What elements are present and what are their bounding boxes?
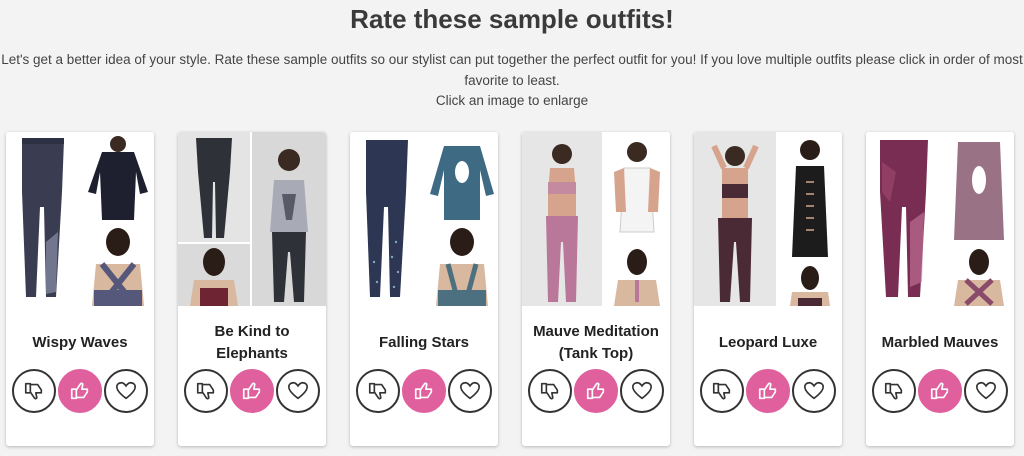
enlarge-hint: Click an image to enlarge: [435, 93, 589, 108]
outfit-card-marbled-mauves: Marbled Mauves: [866, 132, 1014, 446]
model-image[interactable]: [694, 132, 776, 306]
outfit-collage[interactable]: [6, 132, 154, 306]
like-button[interactable]: [746, 369, 790, 413]
thumbs-down-icon: [196, 382, 215, 400]
leggings-image[interactable]: [866, 132, 942, 306]
leggings-image[interactable]: [350, 132, 424, 306]
love-button[interactable]: [276, 369, 320, 413]
love-button[interactable]: [964, 369, 1008, 413]
thumbs-up-icon: [242, 382, 261, 400]
bra-image[interactable]: [178, 244, 250, 306]
dislike-button[interactable]: [12, 369, 56, 413]
outfit-name: Falling Stars: [378, 334, 470, 351]
thumbs-up-icon: [758, 382, 777, 400]
outfit-card-wispy-waves: Wispy Waves: [6, 132, 154, 446]
like-button[interactable]: [574, 369, 618, 413]
outfit-collage[interactable]: [522, 132, 670, 306]
outfit-name: Be Kind to Elephants: [214, 323, 290, 362]
page-title: Rate these sample outfits!: [350, 4, 674, 34]
tank-image[interactable]: [778, 132, 842, 262]
dislike-button[interactable]: [184, 369, 228, 413]
leggings-image[interactable]: [6, 132, 80, 306]
bra-image[interactable]: [944, 246, 1014, 306]
bra-image[interactable]: [604, 246, 670, 306]
like-button[interactable]: [402, 369, 446, 413]
thumbs-up-icon: [70, 382, 89, 400]
dislike-button[interactable]: [528, 369, 572, 413]
heart-icon: [976, 381, 996, 400]
like-button[interactable]: [230, 369, 274, 413]
heart-icon: [804, 381, 824, 400]
leggings-image[interactable]: [178, 132, 250, 242]
outfit-name: Wispy Waves: [32, 334, 128, 351]
thumbs-down-icon: [368, 382, 387, 400]
thumbs-up-icon: [930, 382, 949, 400]
heart-icon: [460, 381, 480, 400]
outfit-name: Leopard Luxe: [718, 334, 818, 351]
outfit-collage[interactable]: [178, 132, 326, 306]
thumbs-down-icon: [24, 382, 43, 400]
outfit-name: Marbled Mauves: [881, 334, 999, 351]
outfit-name: Mauve Meditation (Tank Top): [533, 323, 659, 362]
thumbs-down-icon: [540, 382, 559, 400]
heart-icon: [288, 381, 308, 400]
dislike-button[interactable]: [356, 369, 400, 413]
thumbs-up-icon: [586, 382, 605, 400]
thumbs-down-icon: [884, 382, 903, 400]
love-button[interactable]: [104, 369, 148, 413]
bra-image[interactable]: [82, 224, 154, 306]
love-button[interactable]: [792, 369, 836, 413]
love-button[interactable]: [620, 369, 664, 413]
outfit-card-mauve-meditation: Mauve Meditation (Tank Top): [522, 132, 670, 446]
top-image[interactable]: [82, 132, 154, 222]
thumbs-down-icon: [712, 382, 731, 400]
tank-image[interactable]: [944, 132, 1014, 244]
bra-image[interactable]: [778, 264, 842, 306]
outfit-card-leopard-luxe: Leopard Luxe: [694, 132, 842, 446]
dislike-button[interactable]: [700, 369, 744, 413]
model-image[interactable]: [522, 132, 602, 306]
tank-image[interactable]: [604, 132, 670, 244]
outfit-collage[interactable]: [866, 132, 1014, 306]
outfit-card-be-kind-to-elephants: Be Kind to Elephants: [178, 132, 326, 446]
like-button[interactable]: [58, 369, 102, 413]
outfit-collage[interactable]: [694, 132, 842, 306]
like-button[interactable]: [918, 369, 962, 413]
top-image[interactable]: [426, 132, 498, 222]
heart-icon: [632, 381, 652, 400]
heart-icon: [116, 381, 136, 400]
bra-image[interactable]: [426, 224, 498, 306]
dislike-button[interactable]: [872, 369, 916, 413]
page-description: Let's get a better idea of your style. R…: [1, 52, 1023, 88]
outfit-collage[interactable]: [350, 132, 498, 306]
outfit-card-falling-stars: Falling Stars: [350, 132, 498, 446]
thumbs-up-icon: [414, 382, 433, 400]
love-button[interactable]: [448, 369, 492, 413]
tank-image[interactable]: [252, 132, 326, 306]
